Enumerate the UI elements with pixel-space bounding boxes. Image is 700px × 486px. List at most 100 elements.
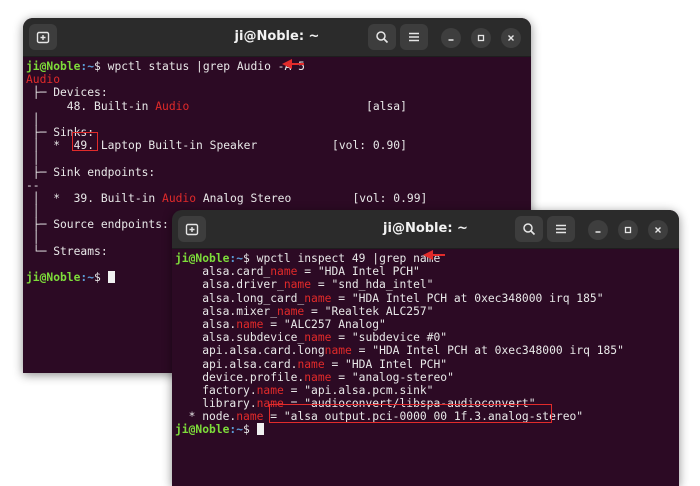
- maximize-button[interactable]: [618, 220, 638, 240]
- prompt-path: :~: [80, 271, 95, 284]
- minimize-button[interactable]: [441, 28, 461, 48]
- hamburger-menu-icon: [556, 224, 566, 234]
- property-value: = "HDA Intel PCH": [297, 265, 420, 279]
- new-tab-icon: [185, 223, 199, 236]
- text-cursor: [256, 423, 264, 436]
- output-line: │: [26, 152, 40, 166]
- property-key: alsa.card_: [175, 265, 271, 279]
- property-value: = "snd_hda_intel": [311, 278, 434, 292]
- output-line: alsa.mixer_name = "Realtek ALC257": [175, 305, 679, 318]
- menu-button[interactable]: [400, 24, 428, 50]
- command-line: ji@Noble:~$ wpctl status |grep Audio -A …: [26, 60, 531, 73]
- match-highlight: name: [283, 278, 312, 292]
- minimize-button[interactable]: [588, 220, 608, 240]
- prompt-path: :~: [229, 252, 244, 265]
- output-line: │: [26, 112, 40, 126]
- maximize-icon: [624, 226, 632, 234]
- output-text: [alsa]: [189, 99, 407, 113]
- output-line: alsa.subdevice_name = "subdevice #0": [175, 331, 679, 344]
- maximize-icon: [477, 34, 485, 42]
- output-text: 48. Built-in: [26, 99, 156, 113]
- output-line: alsa.long_card_name = "HDA Intel PCH at …: [175, 292, 679, 305]
- menu-button[interactable]: [547, 216, 575, 242]
- output-line: alsa.driver_name = "snd_hda_intel": [175, 278, 679, 291]
- output-line: api.alsa.card.longname = "HDA Intel PCH …: [175, 344, 679, 357]
- terminal-window-inspect[interactable]: ji@Noble: ~ ji@Noble:~$ wpctl inspect 49…: [172, 210, 679, 486]
- search-icon: [523, 223, 536, 236]
- prompt-user: ji@Noble: [26, 60, 81, 73]
- text-cursor: [107, 271, 115, 283]
- close-icon: [655, 227, 661, 233]
- property-key: factory.: [175, 383, 257, 397]
- property-key: alsa.: [175, 317, 237, 331]
- output-line: Audio: [26, 73, 61, 87]
- output-line: │ * 39. Built-in Audio Analog Stereo [vo…: [26, 192, 531, 205]
- match-highlight: name: [297, 357, 325, 371]
- close-button[interactable]: [648, 220, 668, 240]
- output-line: factory.name = "api.alsa.pcm.sink": [175, 384, 679, 397]
- match-highlight: name: [256, 383, 284, 397]
- output-text: │ *: [26, 139, 74, 153]
- prompt-symbol: $: [94, 60, 101, 73]
- prompt-symbol: $: [243, 252, 250, 265]
- output-line: alsa.name = "ALC257 Analog": [175, 318, 679, 331]
- output-line: device.profile.name = "analog-stereo": [175, 371, 679, 384]
- new-tab-icon: [36, 31, 50, 44]
- prompt-symbol: $: [94, 271, 101, 284]
- output-line: ├─ Sink endpoints:: [26, 165, 156, 179]
- output-line: alsa.card_name = "HDA Intel PCH": [175, 265, 679, 278]
- match-highlight: name: [304, 331, 332, 345]
- new-tab-button[interactable]: [178, 216, 206, 242]
- search-icon: [376, 31, 389, 44]
- annotation-arrow-icon: [423, 250, 445, 260]
- property-key: alsa.driver_: [175, 278, 284, 292]
- property-key: library.: [175, 397, 257, 411]
- output-text: │ * 39. Built-in: [26, 191, 163, 205]
- property-value: = "HDA Intel PCH at 0xec348000 irq 185": [331, 291, 604, 305]
- output-line: 48. Built-in Audio [alsa]: [26, 100, 531, 113]
- close-button[interactable]: [501, 28, 521, 48]
- match-highlight: name: [236, 317, 264, 331]
- output-line: ├─ Sinks:: [26, 125, 95, 139]
- output-line: │ * 49. Laptop Built-in Speaker [vol: 0.…: [26, 139, 531, 152]
- output-text: Laptop Built-in Speaker [vol: 0.90]: [94, 139, 407, 153]
- match-highlight: Audio: [155, 99, 190, 113]
- title-bar[interactable]: ji@Noble: ~: [172, 210, 679, 249]
- search-button[interactable]: [515, 216, 543, 242]
- property-key: alsa.mixer_: [175, 304, 278, 318]
- hamburger-menu-icon: [409, 32, 419, 42]
- property-value: = "analog-stereo": [331, 370, 454, 384]
- search-button[interactable]: [368, 24, 396, 50]
- title-bar[interactable]: ji@Noble: ~: [23, 18, 531, 57]
- property-key: * node.: [175, 410, 237, 424]
- property-key: api.alsa.card.: [175, 357, 298, 371]
- minimize-icon: [595, 231, 601, 233]
- property-key: api.alsa.card.long: [175, 344, 325, 358]
- output-line: api.alsa.card.name = "HDA Intel PCH": [175, 358, 679, 371]
- prompt-line[interactable]: ji@Noble:~$: [175, 423, 679, 436]
- property-value: = "subdevice #0": [331, 331, 448, 345]
- property-key: alsa.subdevice_: [175, 331, 305, 345]
- property-key: alsa.long_card_: [175, 291, 305, 305]
- match-highlight: name: [277, 304, 305, 318]
- prompt-user: ji@Noble: [175, 252, 230, 265]
- annotation-box-sink-id: [72, 132, 98, 151]
- output-text: Analog Stereo [vol: 0.99]: [196, 191, 428, 205]
- prompt-path: :~: [80, 60, 95, 73]
- match-highlight: name: [304, 370, 332, 384]
- property-value: = "api.alsa.pcm.sink": [283, 383, 434, 397]
- prompt-symbol: $: [243, 423, 250, 437]
- match-highlight: Audio: [162, 191, 197, 205]
- prompt-user: ji@Noble: [26, 271, 81, 284]
- new-tab-button[interactable]: [29, 24, 57, 50]
- property-value: = "HDA Intel PCH at 0xec348000 irq 185": [351, 344, 624, 358]
- property-value: = "Realtek ALC257": [304, 304, 434, 318]
- match-highlight: name: [236, 410, 264, 424]
- close-icon: [508, 35, 514, 41]
- terminal-output[interactable]: ji@Noble:~$ wpctl inspect 49 |grep name …: [172, 249, 679, 486]
- maximize-button[interactable]: [471, 28, 491, 48]
- annotation-arrow-icon: [282, 59, 304, 69]
- command-text: wpctl inspect 49 |grep name: [249, 252, 441, 265]
- match-highlight: name: [270, 265, 298, 279]
- output-line: ├─ Devices:: [26, 86, 108, 100]
